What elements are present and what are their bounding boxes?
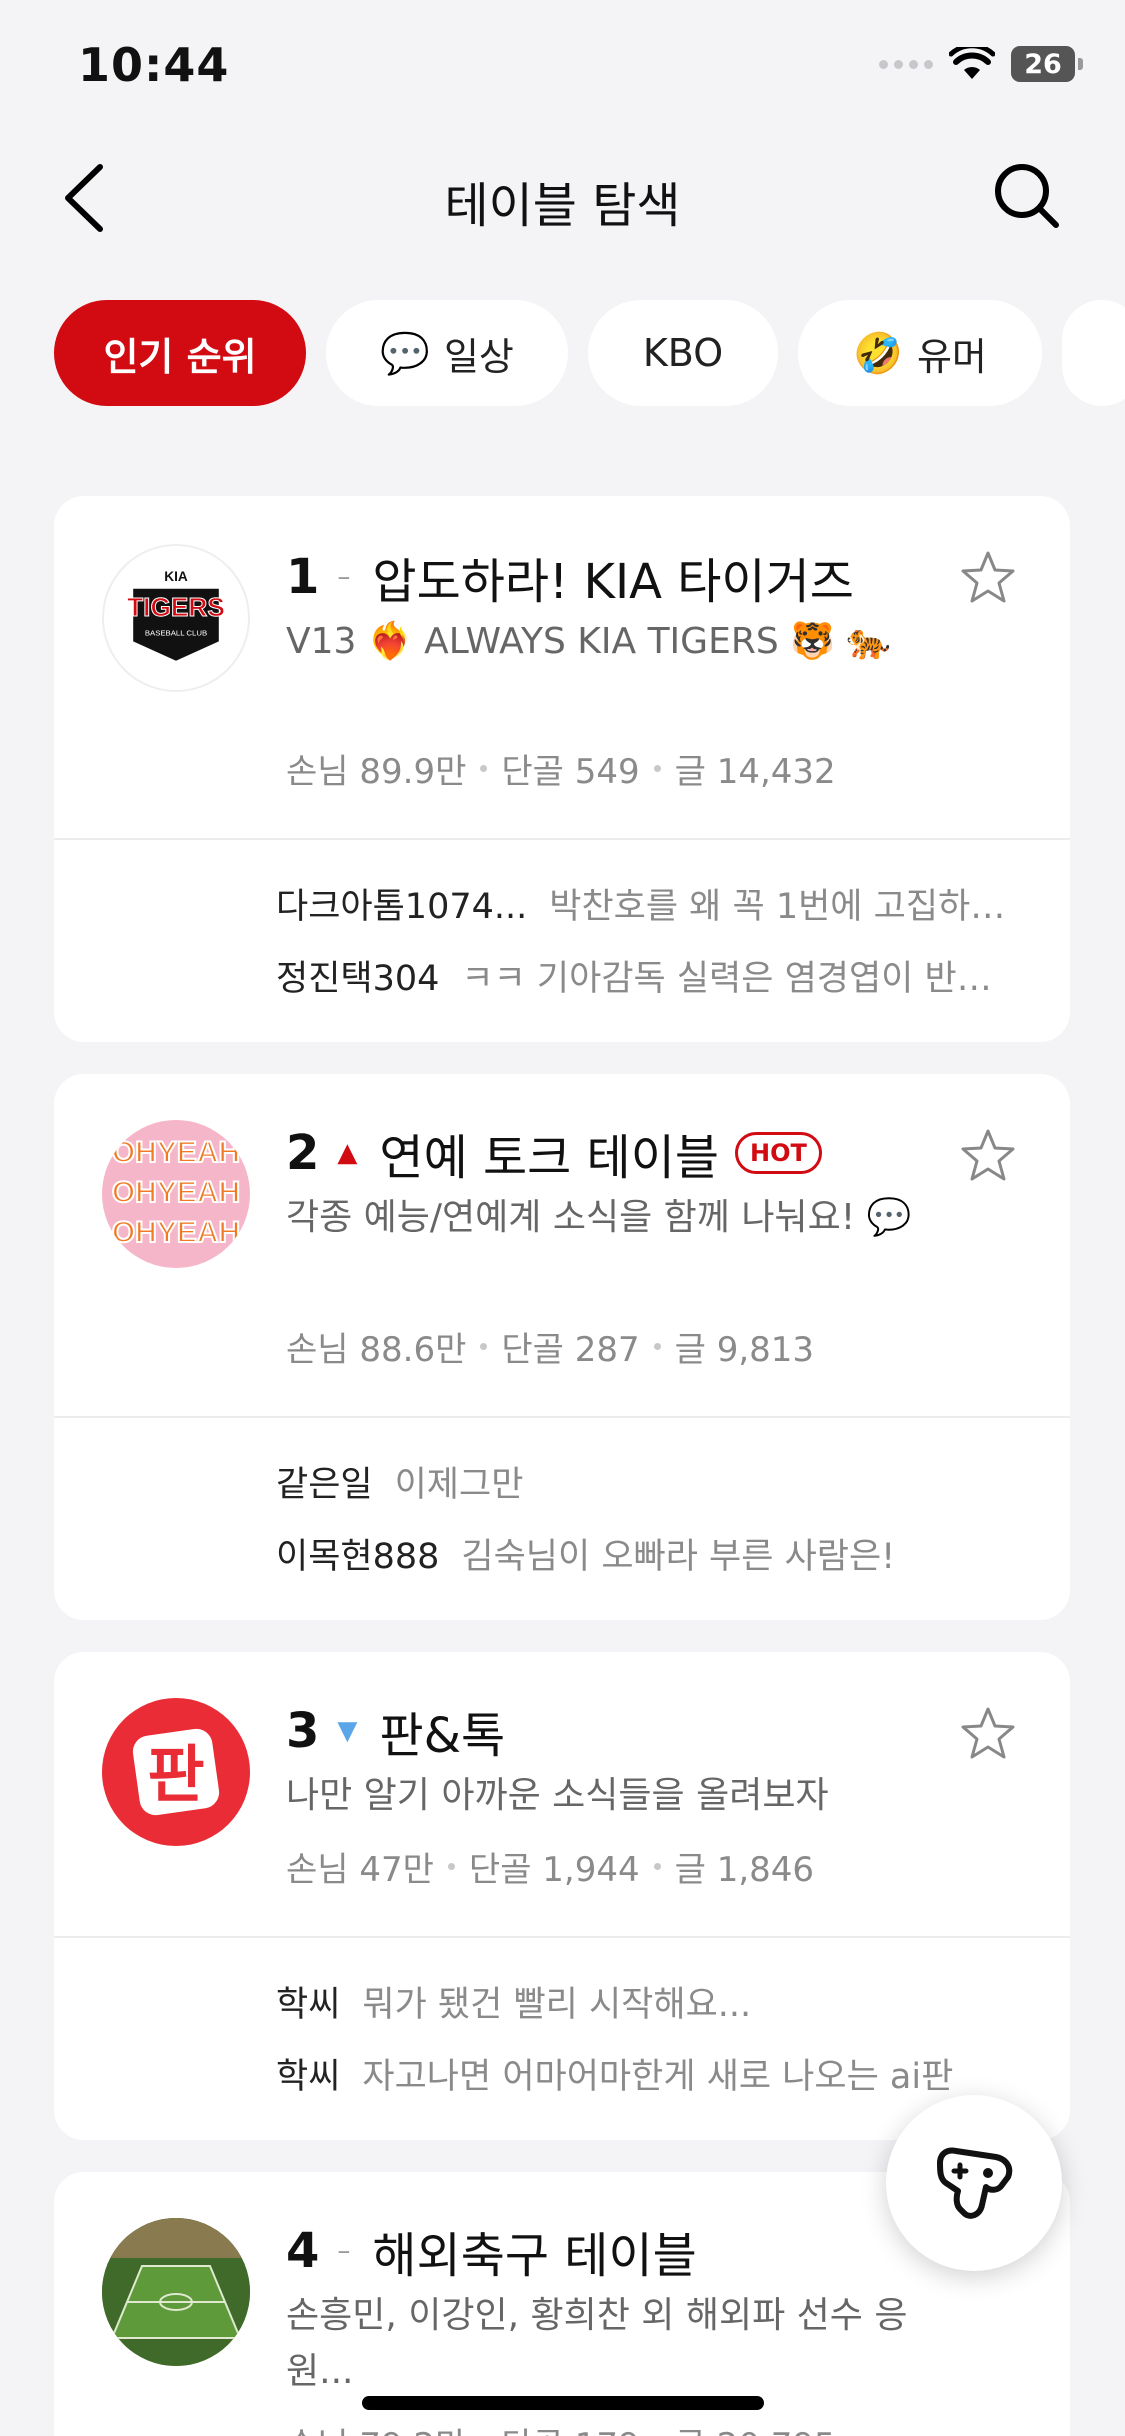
game-controller-fab[interactable] [886,2095,1062,2271]
soccer-field-image [102,2218,250,2366]
table-name: 해외축구 테이블 [372,2228,697,2284]
chip-popular-ranking[interactable]: 인기 순위 [54,300,306,406]
search-button[interactable] [987,156,1067,236]
svg-text:OHYEAH: OHYEAH [112,1136,240,1169]
comment-item[interactable]: 다크아톰1074... 박찬호를 왜 꼭 1번에 고집하… [276,878,1005,929]
table-card[interactable]: OHYEAH OHYEAH OHYEAH 2 ▲ 연예 토크 테이블 HOT 각… [54,1074,1070,1620]
chip-humor[interactable]: 🤣 유머 [798,300,1042,406]
speech-bubble-icon: 💬 [380,330,430,377]
status-bar: 10:44 26 [0,0,1125,140]
rank-down-icon: ▼ [337,1716,358,1746]
rank-number: 4 [286,2223,320,2279]
comment-item[interactable]: 정진택304 ㅋㅋ 기아감독 실력은 염경엽이 반… [276,950,992,1001]
page-title: 테이블 탐색 [444,178,681,234]
wifi-icon [949,47,995,79]
comment-list: 다크아톰1074... 박찬호를 왜 꼭 1번에 고집하… 정진택304 ㅋㅋ … [54,840,1070,1042]
ohyeah-logo: OHYEAH OHYEAH OHYEAH [102,1120,250,1268]
table-stats: 손님 89.9만 단골 549 글 14,432 [286,752,836,792]
chip-more[interactable] [1062,300,1125,406]
rank-up-icon: ▲ [337,1138,358,1168]
rank-unchanged-icon: – [337,2236,351,2266]
comment-list: 같은일 이제그만 이목현888 김숙님이 오빠라 부른 사람은! [54,1418,1070,1620]
favorite-star-icon[interactable] [958,548,1018,608]
svg-text:OHYEAH: OHYEAH [112,1216,240,1249]
table-stats: 손님 47만 단골 1,944 글 1,846 [286,1850,815,1890]
rank-number: 1 [286,549,320,605]
chip-kbo[interactable]: KBO [588,300,778,406]
comment-item[interactable]: 이목현888 김숙님이 오빠라 부른 사람은! [276,1528,895,1579]
table-stats: 손님 88.6만 단골 287 글 9,813 [286,1330,815,1370]
comment-list: 학씨 뭐가 됐건 빨리 시작해요... 학씨 자고나면 어마어마한게 새로 나오… [54,1938,1070,2140]
table-name: 연예 토크 테이블 [379,1130,720,1186]
table-description: 나만 알기 아까운 소식들을 올려보자 [286,1775,829,1816]
svg-text:OHYEAH: OHYEAH [112,1176,240,1209]
svg-text:BASEBALL CLUB: BASEBALL CLUB [145,629,207,638]
search-icon [995,164,1059,228]
table-description: 손흥민, 이강인, 황희찬 외 해외파 선수 응원... [286,2295,908,2392]
kia-tigers-logo: KIA TIGERS BASEBALL CLUB [102,544,250,692]
hot-badge: HOT [735,1132,822,1174]
table-description: V13 ❤️‍🔥 ALWAYS KIA TIGERS 🐯 🐅 [286,621,892,662]
chip-daily[interactable]: 💬 일상 [326,300,568,406]
favorite-star-icon[interactable] [958,1126,1018,1186]
rank-number: 3 [286,1703,320,1759]
table-name: 판&톡 [379,1708,506,1764]
rank-number: 2 [286,1125,320,1181]
comment-item[interactable]: 학씨 자고나면 어마어마한게 새로 나오는 ai판 [276,2048,953,2099]
svg-text:판: 판 [147,1738,204,1811]
nav-bar: 테이블 탐색 [0,140,1125,255]
table-card[interactable]: 판 3 ▼ 판&톡 나만 알기 아까운 소식들을 올려보자 손님 47만 단골 … [54,1652,1070,2140]
game-controller-icon [937,2147,1013,2219]
home-indicator [362,2396,764,2410]
table-stats: 손님 79.2만 단골 179 글 20,795 [286,2418,836,2436]
battery-icon: 26 [1011,46,1083,82]
svg-text:KIA: KIA [164,569,188,584]
pan-talk-logo: 판 [102,1698,250,1846]
comment-item[interactable]: 학씨 뭐가 됐건 빨리 시작해요... [276,1976,751,2027]
rank-unchanged-icon: – [337,562,351,592]
laughing-face-icon: 🤣 [853,330,903,377]
cellular-signal-icon [879,59,933,69]
status-time: 10:44 [78,38,230,92]
table-description: 각종 예능/연예계 소식을 함께 나눠요! 💬 [286,1197,912,1238]
comment-item[interactable]: 같은일 이제그만 [276,1456,523,1507]
svg-text:TIGERS: TIGERS [127,592,225,622]
category-chips: 인기 순위 💬 일상 KBO 🤣 유머 [54,300,1125,406]
favorite-star-icon[interactable] [958,1704,1018,1764]
table-name: 압도하라! KIA 타이거즈 [372,554,854,610]
table-card[interactable]: KIA TIGERS BASEBALL CLUB 1 – 압도하라! KIA 타… [54,496,1070,1042]
